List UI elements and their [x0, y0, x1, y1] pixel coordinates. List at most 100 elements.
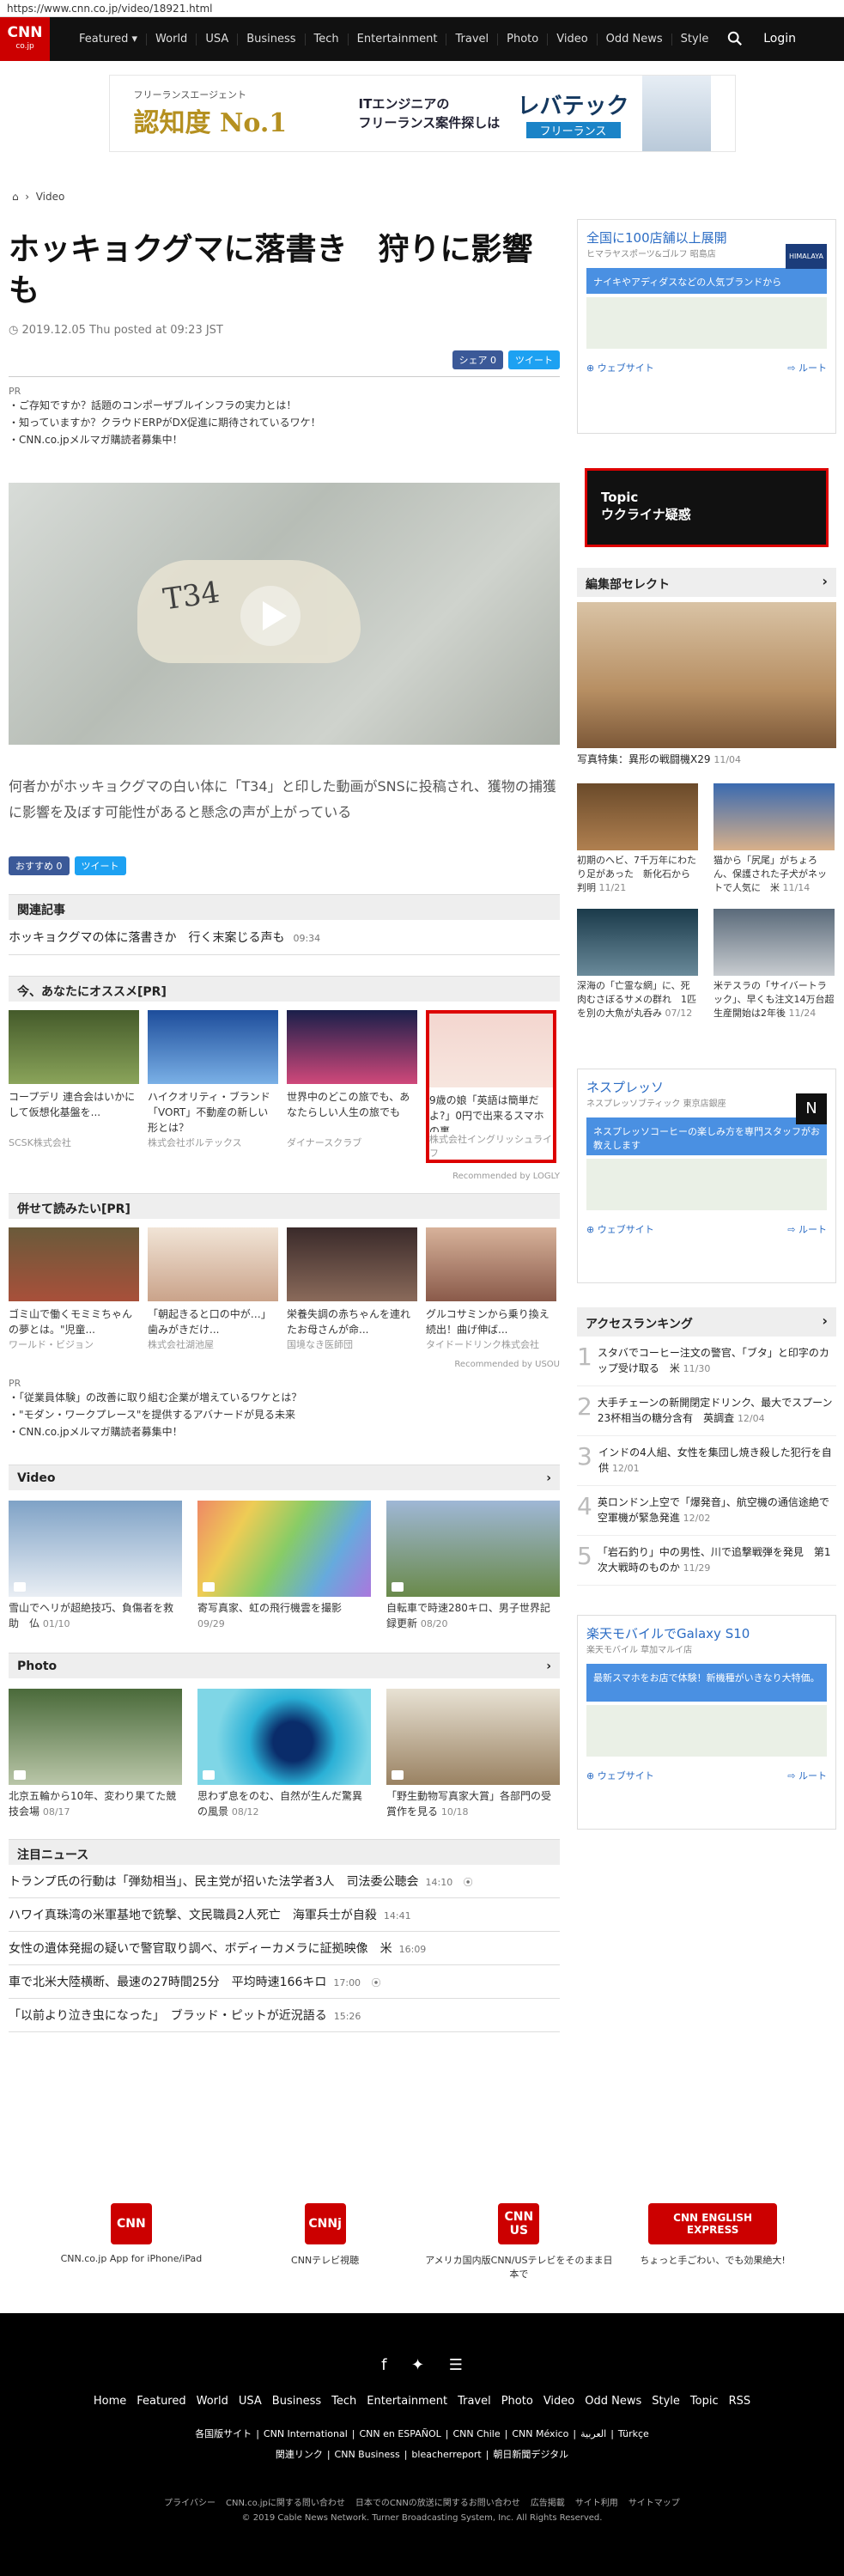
- nav-world[interactable]: World: [147, 33, 197, 46]
- nav-odd-news[interactable]: Odd News: [598, 33, 672, 46]
- recommend-card[interactable]: ハイクオリティ・ブランド「VORT」不動産の新しい形とは？ 株式会社ボルテックス: [148, 1010, 278, 1163]
- facebook-recommend-button[interactable]: おすすめ 0: [9, 856, 70, 875]
- footer-link[interactable]: Video: [543, 2395, 574, 2408]
- search-icon[interactable]: [727, 31, 743, 46]
- editor-item[interactable]: 深海の「亡霊な網」に、死肉むさぼるサメの群れ 1匹を別の大魚が丸呑み 07/12: [577, 909, 698, 1020]
- nav-entertainment[interactable]: Entertainment: [349, 33, 447, 46]
- footer-link[interactable]: プライバシー: [164, 2499, 216, 2508]
- map-ad-nespresso[interactable]: ネスプレッソ ネスプレッソブティック 東京店銀座 N ネスプレッソコーヒーの楽し…: [577, 1069, 836, 1283]
- footer-link[interactable]: Tech: [331, 2395, 356, 2408]
- hot-news-item[interactable]: 女性の遺体発掘の疑いで警官取り調べ、ボディーカメラに証拠映像 米 16:09: [9, 1932, 560, 1965]
- video-player[interactable]: T34: [9, 483, 560, 745]
- footer-link[interactable]: Style: [652, 2395, 680, 2408]
- ranking-item[interactable]: 4 英ロンドン上空で「爆発音」、航空機の通信途絶で空軍機が緊急発進 12/02: [577, 1486, 836, 1536]
- route-button[interactable]: ⇨ ルート: [787, 361, 827, 375]
- footer-link[interactable]: 日本でのCNNの放送に関するお問い合わせ: [355, 2499, 520, 2508]
- pr-item[interactable]: ・CNN.co.jpメルマガ購読者募集中！: [9, 1423, 560, 1440]
- video-card[interactable]: 雪山でヘリが超絶技巧、負傷者を救助 仏 01/10: [9, 1501, 182, 1632]
- map-ad-rakuten[interactable]: 楽天モバイルでGalaxy S10 楽天モバイル 草加マルイ店 最新スマホをお店…: [577, 1615, 836, 1830]
- app-cnn[interactable]: CNN CNN.co.jp App for iPhone/iPad: [37, 2203, 226, 2281]
- footer-link[interactable]: Business: [272, 2395, 321, 2408]
- nav-business[interactable]: Business: [238, 33, 306, 46]
- editor-item[interactable]: 米テスラの「サイバートラック」、早くも注文14万台超 生産開始は2年後 11/2…: [713, 909, 844, 1020]
- footer-link[interactable]: CNN México: [512, 2428, 568, 2439]
- topic-banner[interactable]: Topic ウクライナ疑惑: [585, 468, 829, 547]
- hot-news-item[interactable]: トランプ氏の行動は「弾劾相当」、民主党が招いた法学者3人 司法委公聴会 14:10…: [9, 1865, 560, 1898]
- app-cnn-us[interactable]: CNN US アメリカ国内版CNN/USテレビをそのまま日本で: [424, 2203, 613, 2281]
- editor-item[interactable]: 猫から「尻尾」がちょろん、保護された子犬がネットで人気に 米 11/14: [713, 783, 835, 895]
- pr-item[interactable]: ・「従業員体験」の改善に取り組む企業が増えているワケとは？: [9, 1389, 560, 1406]
- footer-link[interactable]: bleacherreport: [411, 2449, 481, 2460]
- video-card[interactable]: 寄写真家、虹の飛行機雲を撮影 09/29: [197, 1501, 371, 1632]
- hot-news-item[interactable]: 「以前より泣き虫になった」 ブラッド・ピットが近況語る 15:26: [9, 1999, 560, 2032]
- route-button[interactable]: ⇨ ルート: [787, 1222, 827, 1236]
- website-button[interactable]: ⊕ ウェブサイト: [586, 1769, 654, 1782]
- photo-heading[interactable]: Photo ›: [9, 1653, 560, 1678]
- editor-big-image[interactable]: [577, 602, 836, 748]
- pr-item[interactable]: ・"モダン・ワークプレース"を提供するアバナードが見る未来: [9, 1406, 560, 1423]
- app-cnnj[interactable]: CNNj CNNテレビ視聴: [231, 2203, 420, 2281]
- related-item[interactable]: ホッキョクグマの体に落書きか 行く末案じる声も 09:34: [9, 920, 560, 955]
- ranking-item[interactable]: 1 スタバでコーヒー注文の警官、「ブタ」と印字のカップ受け取る 米 11/30: [577, 1337, 836, 1386]
- footer-link[interactable]: Odd News: [585, 2395, 641, 2408]
- footer-link[interactable]: Entertainment: [367, 2395, 447, 2408]
- hot-news-item[interactable]: ハワイ真珠湾の米軍基地で銃撃、文民職員2人死亡 海軍兵士が自殺 14:41: [9, 1898, 560, 1932]
- route-button[interactable]: ⇨ ルート: [787, 1769, 827, 1782]
- pr-item[interactable]: ・知っていますか？クラウドERPがDX促進に期待されているワケ！: [9, 414, 560, 431]
- play-icon[interactable]: [240, 586, 301, 646]
- footer-link[interactable]: CNN en ESPAÑOL: [359, 2428, 440, 2439]
- recommend-card-highlighted[interactable]: 9歳の娘「英語は簡単だよ?」0円で出来るスマホの裏... 株式会社イングリッシュラ…: [426, 1010, 556, 1163]
- ranking-item[interactable]: 3 インドの4人組、女性を集団し焼き殺した犯行を自供 12/01: [577, 1436, 836, 1486]
- footer-link[interactable]: Topic: [690, 2395, 719, 2408]
- hot-news-item[interactable]: 車で北米大陸横断、最速の27時間25分 平均時速166キロ 17:00 ⦿: [9, 1965, 560, 1999]
- footer-link[interactable]: العربية: [580, 2428, 606, 2439]
- twitter-icon[interactable]: ✦: [411, 2356, 424, 2374]
- footer-link[interactable]: Travel: [458, 2395, 491, 2408]
- footer-link[interactable]: 広告掲載: [531, 2499, 565, 2508]
- rss-icon[interactable]: ☰: [449, 2356, 463, 2374]
- footer-link[interactable]: サイトマップ: [628, 2499, 680, 2508]
- photo-card[interactable]: 「野生動物写真家大賞」各部門の受賞作を見る 10/18: [386, 1689, 560, 1820]
- together-card[interactable]: ゴミ山で働くモミミちゃんの夢とは。"児童... ワールド・ビジョン: [9, 1227, 139, 1351]
- pr-item[interactable]: ・CNN.co.jpメルマガ購読者募集中！: [9, 431, 560, 448]
- recommend-card[interactable]: コープデリ 連合会はいかにして仮想化基盤を... SCSK株式会社: [9, 1010, 139, 1163]
- footer-link[interactable]: 朝日新聞デジタル: [493, 2449, 568, 2460]
- footer-link[interactable]: World: [197, 2395, 228, 2408]
- together-card[interactable]: 栄養失調の赤ちゃんを連れたお母さんが命... 国境なき医師団: [287, 1227, 417, 1351]
- footer-link[interactable]: 関連リンク: [276, 2449, 323, 2460]
- nav-travel[interactable]: Travel: [446, 33, 499, 46]
- nav-usa[interactable]: USA: [197, 33, 239, 46]
- photo-card[interactable]: 北京五輪から10年、変わり果てた競技会場 08/17: [9, 1689, 182, 1820]
- footer-link[interactable]: サイト利用: [575, 2499, 618, 2508]
- top-banner-ad[interactable]: フリーランスエージェント 認知度 No.1 ITエンジニアの フリーランス案件探…: [108, 75, 736, 152]
- twitter-tweet-button[interactable]: ツイート: [74, 856, 126, 875]
- footer-link[interactable]: 各国版サイト: [195, 2428, 252, 2439]
- twitter-share-button[interactable]: ツイート: [508, 350, 560, 369]
- footer-link[interactable]: RSS: [729, 2395, 751, 2408]
- map-ad-himalaya[interactable]: 全国に100店舗以上展開 ヒマラヤスポーツ&ゴルフ 昭島店 HIMALAYA ナ…: [577, 219, 836, 434]
- footer-link[interactable]: CNN.co.jpに関する問い合わせ: [226, 2499, 345, 2508]
- footer-link[interactable]: Home: [94, 2395, 126, 2408]
- footer-link[interactable]: CNN Chile: [452, 2428, 500, 2439]
- cnn-logo[interactable]: CNN co.jp: [0, 17, 50, 61]
- ranking-item[interactable]: 2 大手チェーンの新開閉定ドリンク、最大でスプーン23杯相当の糖分含有 英調査 1…: [577, 1386, 836, 1436]
- editor-heading[interactable]: 編集部セレクト: [577, 568, 836, 597]
- video-card[interactable]: 自転車で時速280キロ、男子世界記録更新 08/20: [386, 1501, 560, 1632]
- footer-link[interactable]: Türkçe: [618, 2428, 649, 2439]
- footer-link[interactable]: USA: [239, 2395, 262, 2408]
- nav-featured[interactable]: Featured ▾: [70, 33, 148, 46]
- video-heading[interactable]: Video ›: [9, 1465, 560, 1490]
- footer-link[interactable]: Featured: [137, 2395, 185, 2408]
- pr-item[interactable]: ・ご存知ですか？話題のコンポーザブルインフラの実力とは！: [9, 397, 560, 414]
- ranking-item[interactable]: 5 「岩石釣り」中の男性、川で追撃戦弾を発見 第1次大戦時のものか 11/29: [577, 1536, 836, 1586]
- facebook-icon[interactable]: f: [381, 2356, 386, 2374]
- chevron-right-icon[interactable]: ›: [546, 1659, 551, 1673]
- recommend-card[interactable]: 世界中のどこの旅でも、あなたらしい人生の旅でも ダイナースクラブ: [287, 1010, 417, 1163]
- address-bar[interactable]: https://www.cnn.co.jp/video/18921.html: [0, 0, 844, 17]
- facebook-share-button[interactable]: シェア 0: [452, 350, 503, 369]
- login-link[interactable]: Login: [763, 32, 796, 46]
- photo-card[interactable]: 思わず息をのむ、自然が生んだ驚異の風景 08/12: [197, 1689, 371, 1820]
- footer-link[interactable]: CNN International: [264, 2428, 348, 2439]
- chevron-right-icon[interactable]: ›: [546, 1471, 551, 1485]
- website-button[interactable]: ⊕ ウェブサイト: [586, 361, 654, 375]
